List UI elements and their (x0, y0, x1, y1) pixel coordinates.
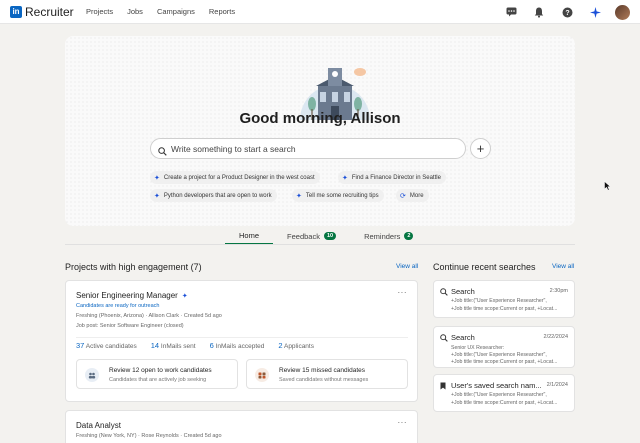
search-criteria: +Job title:("User Experience Researcher"… (451, 392, 547, 398)
tab-feedback[interactable]: Feedback 10 (273, 228, 350, 244)
bookmark-icon (440, 382, 446, 392)
nav-link-projects[interactable]: Projects (86, 7, 113, 16)
svg-text:?: ? (565, 10, 569, 17)
search-date: 2/22/2024 (543, 334, 568, 340)
project-title-text: Senior Engineering Manager (76, 291, 178, 300)
project-stats: 37 Active candidates 14 InMails sent 6 I… (76, 341, 314, 350)
project-title-text: Data Analyst (76, 421, 121, 430)
more-options-icon[interactable]: ··· (398, 418, 408, 427)
sparkle-icon: ✦ (296, 192, 302, 200)
chip-label: Find a Finance Director in Seattle (351, 174, 441, 181)
suggestion-chip[interactable]: ✦ Tell me some recruiting tips (292, 189, 384, 202)
top-nav: in Recruiter Projects Jobs Campaigns Rep… (0, 0, 640, 24)
search-criteria: +Job title:("User Experience Researcher"… (451, 352, 547, 358)
stat-inmails-sent[interactable]: 14 InMails sent (151, 341, 196, 350)
action-subtitle: Candidates that are actively job seeking (109, 377, 207, 383)
recent-search-card[interactable]: Search 2/22/2024 Senior UX Researcher: +… (433, 326, 575, 368)
search-date: 2:30pm (549, 288, 568, 294)
search-title: User's saved search nam... (451, 381, 542, 390)
chip-label: Python developers that are open to work (163, 192, 272, 199)
suggestion-chip[interactable]: ✦ Python developers that are open to wor… (150, 189, 277, 202)
nav-icons: ? (503, 4, 630, 20)
search-date: 2/1/2024 (546, 382, 568, 388)
project-meta: Freshing (New York, NY) · Rose Reynolds … (76, 433, 222, 439)
sparkle-icon: ✦ (154, 174, 160, 182)
more-options-icon[interactable]: ··· (398, 288, 408, 297)
project-title[interactable]: Senior Engineering Manager ✦ (76, 291, 188, 300)
chip-label: Tell me some recruiting tips (305, 192, 379, 199)
count-badge: 2 (404, 232, 414, 240)
divider (76, 337, 408, 338)
recent-searches-title: Continue recent searches (433, 262, 536, 272)
plus-icon: + (476, 141, 485, 156)
review-missed-candidates-button[interactable]: Review 15 missed candidates Saved candid… (246, 359, 408, 389)
more-chip[interactable]: ⟳ More (396, 189, 429, 202)
projects-section-title: Projects with high engagement (7) (65, 262, 202, 272)
count-badge: 10 (323, 232, 337, 240)
tab-reminders[interactable]: Reminders 2 (350, 228, 427, 244)
project-card[interactable]: Senior Engineering Manager ✦ ··· Candida… (65, 280, 418, 402)
search-input[interactable] (171, 142, 457, 156)
projects-view-all-link[interactable]: View all (396, 263, 418, 270)
people-icon (85, 368, 99, 382)
search-title: Search (451, 287, 475, 296)
message-icon[interactable] (503, 4, 519, 20)
avatar[interactable] (615, 4, 630, 20)
search-criteria: +Job title time scope:Current or past, +… (451, 359, 558, 365)
action-title: Review 15 missed candidates (279, 367, 365, 374)
searches-view-all-link[interactable]: View all (552, 263, 574, 270)
sparkle-icon: ✦ (342, 174, 348, 182)
refresh-icon: ⟳ (400, 192, 406, 200)
greeting-heading: Good morning, Allison (239, 110, 401, 127)
tab-label: Home (239, 231, 260, 240)
tabs-divider (65, 244, 575, 245)
tab-home[interactable]: Home (225, 228, 274, 245)
sparkle-icon: ✦ (154, 192, 160, 200)
linkedin-logo-icon: in (10, 6, 22, 18)
project-job-post: Job post: Senior Software Engineer (clos… (76, 323, 184, 329)
action-title: Review 12 open to work candidates (109, 367, 212, 374)
search-icon (440, 288, 448, 298)
search-criteria: +Job title:("User Experience Researcher"… (451, 298, 547, 304)
nav-link-jobs[interactable]: Jobs (127, 7, 143, 16)
recent-search-card[interactable]: User's saved search nam... 2/1/2024 +Job… (433, 374, 575, 412)
search-criteria: +Job title time scope:Current or past, +… (451, 306, 558, 312)
tab-bar: Home Feedback 10 Reminders 2 (225, 228, 427, 245)
help-icon[interactable]: ? (559, 4, 575, 20)
sparkle-icon: ✦ (181, 292, 188, 300)
sparkle-icon[interactable] (587, 4, 603, 20)
stat-inmails-accepted[interactable]: 6 InMails accepted (210, 341, 265, 350)
review-open-to-work-button[interactable]: Review 12 open to work candidates Candid… (76, 359, 238, 389)
search-icon (440, 334, 448, 344)
search-title: Search (451, 333, 475, 342)
search-criteria: +Job title time scope:Current or past, +… (451, 400, 558, 406)
chip-label: More (409, 192, 424, 199)
search-criteria: Senior UX Researcher: (451, 345, 505, 351)
bell-icon[interactable] (531, 4, 547, 20)
search-icon (158, 143, 167, 161)
suggestion-chip[interactable]: ✦ Create a project for a Product Designe… (150, 171, 320, 184)
cursor-icon (604, 181, 611, 191)
tab-label: Reminders (364, 231, 401, 241)
search-bar[interactable] (150, 138, 466, 159)
nav-link-reports[interactable]: Reports (209, 7, 235, 16)
project-status: Candidates are ready for outreach (76, 303, 160, 309)
stat-active-candidates[interactable]: 37 Active candidates (76, 341, 137, 350)
project-card[interactable]: Data Analyst ··· Freshing (New York, NY)… (65, 410, 418, 443)
action-subtitle: Saved candidates without messages (279, 377, 369, 383)
stat-applicants[interactable]: 2 Applicants (278, 341, 314, 350)
recent-search-card[interactable]: Search 2:30pm +Job title:("User Experien… (433, 280, 575, 318)
nav-link-campaigns[interactable]: Campaigns (157, 7, 195, 16)
logo[interactable]: in Recruiter (10, 5, 74, 19)
candidates-icon (255, 368, 269, 382)
project-meta: Freshing (Phoenix, Arizona) · Allison Cl… (76, 313, 222, 319)
project-title[interactable]: Data Analyst (76, 421, 121, 430)
tab-label: Feedback (287, 231, 320, 241)
nav-links: Projects Jobs Campaigns Reports (86, 7, 235, 16)
chip-label: Create a project for a Product Designer … (163, 174, 315, 181)
suggestion-chip[interactable]: ✦ Find a Finance Director in Seattle (338, 171, 446, 184)
logo-text: Recruiter (25, 5, 74, 19)
add-button[interactable]: + (470, 138, 491, 159)
